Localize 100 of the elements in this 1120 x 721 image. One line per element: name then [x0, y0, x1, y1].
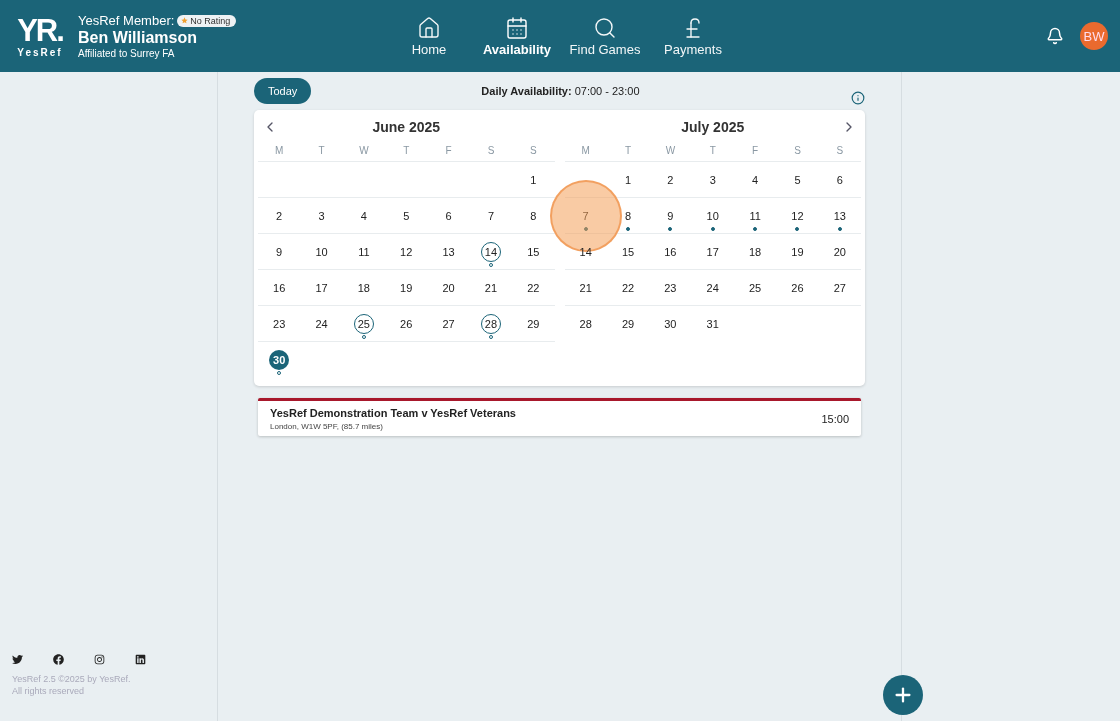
calendar-day[interactable]: 8 [523, 206, 544, 226]
nav-item[interactable]: Availability [476, 15, 558, 57]
weekday-label: T [317, 145, 326, 156]
version-text: YesRef 2.5 ©2025 by YesRef. [12, 673, 132, 685]
event-card[interactable]: YesRef Demonstration Team v YesRef Veterans London, W1W 5PF, (85.7 miles) 15:00 [258, 398, 861, 436]
weekday-label: M [580, 145, 591, 156]
calendar-day[interactable]: 6 [438, 206, 459, 226]
calendar-day[interactable]: 10 [311, 242, 332, 262]
facebook-icon[interactable] [53, 654, 64, 665]
search-icon [593, 15, 617, 40]
calendar-day[interactable]: 15 [618, 242, 638, 262]
rating-badge: No Rating [177, 14, 237, 27]
calendar-day[interactable]: 16 [269, 278, 290, 298]
weekday-label: S [529, 145, 538, 156]
calendar-day[interactable]: 19 [787, 242, 808, 262]
calendar-day[interactable]: 22 [523, 278, 544, 298]
weekday-label: T [708, 145, 717, 156]
calendar-day[interactable]: 6 [829, 170, 850, 190]
weekday-label: S [486, 145, 496, 156]
event-title: YesRef Demonstration Team v YesRef Veterans [270, 407, 516, 419]
calendar-day[interactable]: 30 [269, 350, 290, 370]
calendar-day[interactable]: 26 [787, 278, 808, 298]
weekday-label: F [444, 145, 453, 156]
weekday-label: F [751, 145, 760, 156]
calendar-day[interactable]: 1 [523, 170, 544, 190]
weekday-label: S [835, 145, 845, 156]
calendar-day[interactable]: 11 [353, 242, 374, 262]
calendar-day[interactable]: 1 [618, 170, 638, 190]
user-name: Ben Williamson [78, 28, 198, 48]
bell-icon[interactable] [1046, 27, 1064, 45]
calendar-day[interactable]: 5 [396, 206, 417, 226]
nav-item[interactable]: Payments [652, 15, 734, 57]
add-button[interactable] [883, 675, 923, 715]
calendar-day[interactable]: 10 [702, 206, 723, 226]
calendar-day[interactable]: 12 [787, 206, 808, 226]
calendar-day[interactable]: 13 [438, 242, 459, 262]
twitter-icon[interactable] [12, 654, 23, 665]
month-title: June 2025 [372, 119, 441, 135]
calendar-day[interactable]: 24 [702, 278, 723, 298]
calendar-day[interactable]: 25 [745, 278, 766, 298]
calendar-day[interactable]: 5 [787, 170, 808, 190]
calendar-day[interactable]: 9 [269, 242, 290, 262]
calendar-day[interactable]: 13 [829, 206, 850, 226]
star-icon [181, 17, 189, 24]
affiliation: Affiliated to Surrey FA [78, 48, 176, 59]
weekday-label: T [402, 145, 411, 156]
rights-text: All rights reserved [12, 685, 86, 697]
calendar-day[interactable]: 17 [702, 242, 723, 262]
calendar-day[interactable]: 11 [745, 206, 766, 226]
instagram-icon[interactable] [94, 654, 105, 665]
calendar-day[interactable]: 21 [575, 278, 596, 298]
calendar-day[interactable]: 12 [396, 242, 417, 262]
weekday-label: W [358, 145, 370, 156]
calendar-day[interactable]: 9 [660, 206, 681, 226]
calendar-day[interactable]: 18 [745, 242, 766, 262]
calendar-day[interactable]: 4 [353, 206, 374, 226]
calendar-day[interactable]: 3 [702, 170, 723, 190]
logo: YR. YesRef [16, 14, 64, 58]
today-button[interactable]: Today [254, 78, 312, 104]
calendar-icon [505, 15, 529, 40]
calendar-day[interactable]: 26 [396, 314, 417, 334]
weekday-label: W [664, 145, 677, 156]
weekday-label: T [623, 145, 633, 156]
calendar-day[interactable]: 8 [618, 206, 638, 226]
weekday-label: M [274, 145, 285, 156]
nav-item[interactable]: Find Games [564, 15, 646, 57]
calendar-day[interactable]: 31 [702, 314, 723, 334]
calendar-day[interactable]: 19 [396, 278, 417, 298]
calendar-day[interactable]: 21 [480, 278, 501, 298]
calendar-day[interactable]: 17 [311, 278, 332, 298]
calendar-day[interactable]: 22 [618, 278, 638, 298]
member-label: YesRef Member: [78, 13, 175, 28]
month-title: July 2025 [681, 119, 745, 135]
calendar-day[interactable]: 29 [618, 314, 638, 334]
calendar-day[interactable]: 2 [269, 206, 290, 226]
nav-item[interactable]: Home [388, 15, 470, 57]
weekday-label: S [793, 145, 802, 156]
daily-availability: Daily Availability: 07:00 - 23:00 [481, 85, 640, 97]
calendar-day[interactable]: 4 [745, 170, 766, 190]
calendar-day[interactable]: 23 [269, 314, 290, 334]
event-time: 15:00 [821, 413, 849, 425]
calendar-day[interactable]: 27 [438, 314, 459, 334]
calendar-day[interactable]: 16 [660, 242, 681, 262]
calendar-day[interactable]: 18 [353, 278, 374, 298]
calendar-day[interactable]: 3 [311, 206, 332, 226]
calendar-day[interactable]: 30 [660, 314, 681, 334]
calendar-day[interactable]: 24 [311, 314, 332, 334]
calendar-day[interactable]: 27 [829, 278, 850, 298]
info-icon[interactable] [851, 91, 865, 105]
calendar-day[interactable]: 20 [829, 242, 850, 262]
calendar-day[interactable]: 23 [660, 278, 681, 298]
calendar-day[interactable]: 28 [575, 314, 596, 334]
event-location: London, W1W 5PF, (85.7 miles) [270, 422, 384, 431]
calendar-day[interactable]: 29 [523, 314, 544, 334]
linkedin-icon[interactable] [135, 654, 146, 665]
home-icon [417, 15, 441, 40]
calendar-day[interactable]: 15 [523, 242, 544, 262]
calendar-day[interactable]: 20 [438, 278, 459, 298]
calendar-day[interactable]: 2 [660, 170, 681, 190]
calendar-day[interactable]: 7 [480, 206, 501, 226]
